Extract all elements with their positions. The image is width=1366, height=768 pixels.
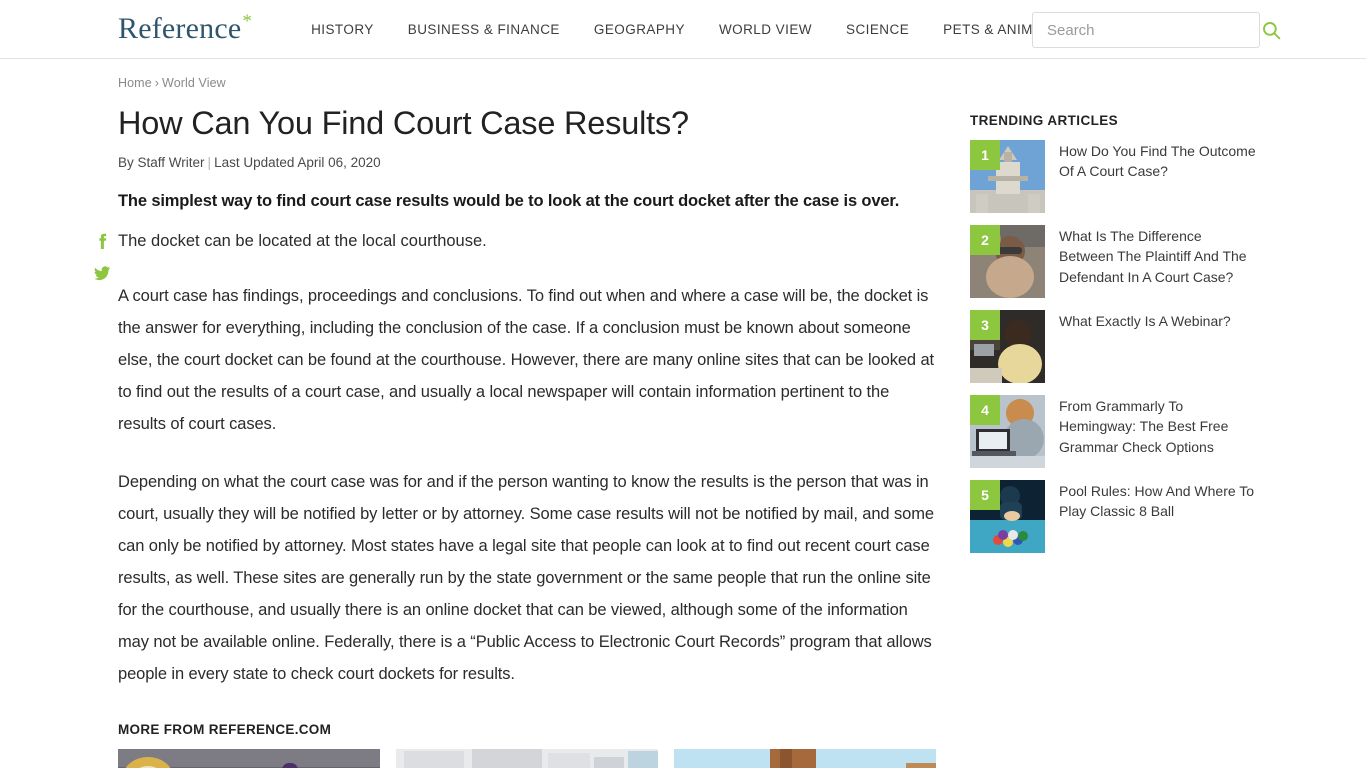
article-paragraph-1: A court case has findings, proceedings a… — [118, 286, 935, 433]
site-logo[interactable]: Reference* — [118, 11, 253, 45]
trending-thumbnail-3: 3 — [970, 310, 1045, 383]
nav-item-geography[interactable]: GEOGRAPHY — [577, 22, 702, 37]
trending-rank-badge: 3 — [970, 310, 1000, 340]
trending-rank-badge: 4 — [970, 395, 1000, 425]
more-card-3-image — [674, 748, 936, 768]
trending-thumbnail-1: 1 — [970, 140, 1045, 213]
search-button[interactable] — [1256, 13, 1287, 47]
breadcrumb: Home › World View — [118, 76, 940, 90]
search-box — [1032, 12, 1281, 48]
trending-title-3: What Exactly Is A Webinar? — [1059, 313, 1231, 329]
logo-text: Reference — [118, 12, 242, 45]
more-from-grid — [118, 748, 940, 768]
more-card-1-image — [118, 748, 380, 768]
byline-author: Staff Writer — [137, 155, 205, 171]
trending-title-5: Pool Rules: How And Where To Play Classi… — [1059, 483, 1255, 520]
more-card-3[interactable] — [674, 748, 936, 768]
more-card-2-image — [396, 748, 658, 768]
more-from-heading: MORE FROM REFERENCE.COM — [118, 721, 332, 737]
trending-sidebar: TRENDING ARTICLES 1 How Do You Find The … — [970, 59, 1256, 768]
nav-item-business-finance[interactable]: BUSINESS & FINANCE — [391, 22, 577, 37]
search-input[interactable] — [1033, 13, 1256, 47]
trending-rank-badge: 2 — [970, 225, 1000, 255]
facebook-icon — [99, 233, 107, 249]
search-icon — [1263, 21, 1281, 39]
byline-divider: | — [207, 155, 212, 171]
article-subhead: The docket can be located at the local c… — [118, 232, 487, 251]
breadcrumb-separator: › — [154, 76, 160, 90]
nav-item-world-view[interactable]: WORLD VIEW — [702, 22, 829, 37]
site-header: Reference* HISTORY BUSINESS & FINANCE GE… — [0, 0, 1366, 59]
nav-item-history[interactable]: HISTORY — [294, 22, 391, 37]
logo-asterisk-icon: * — [242, 11, 253, 32]
trending-item-5[interactable]: 5 Pool Rules: How And Where To Play Clas… — [970, 480, 1256, 553]
facebook-share-icon[interactable] — [93, 232, 111, 250]
more-card-2[interactable] — [396, 748, 658, 768]
article-byline: By Staff Writer | Last Updated April 06, 2… — [118, 155, 940, 170]
social-share-rail — [90, 232, 114, 282]
nav-item-science[interactable]: SCIENCE — [829, 22, 926, 37]
article-lead: The simplest way to find court case resu… — [118, 192, 900, 211]
trending-rank-badge: 1 — [970, 140, 1000, 170]
trending-title-2: What Is The Difference Between The Plain… — [1059, 228, 1247, 285]
trending-item-4[interactable]: 4 From Grammarly To Hemingway: The Best … — [970, 395, 1256, 468]
trending-title-4: From Grammarly To Hemingway: The Best Fr… — [1059, 398, 1229, 455]
trending-rank-badge: 5 — [970, 480, 1000, 510]
trending-item-2[interactable]: 2 What Is The Difference Between The Pla… — [970, 225, 1256, 298]
byline-author-prefix: By — [118, 155, 138, 171]
trending-thumbnail-2: 2 — [970, 225, 1045, 298]
twitter-share-icon[interactable] — [93, 264, 111, 282]
trending-thumbnail-5: 5 — [970, 480, 1045, 553]
trending-thumbnail-4: 4 — [970, 395, 1045, 468]
trending-item-3[interactable]: 3 What Exactly Is A Webinar? — [970, 310, 1256, 383]
twitter-icon — [94, 266, 110, 281]
page-title: How Can You Find Court Case Results? — [118, 105, 689, 141]
more-card-1[interactable] — [118, 748, 380, 768]
trending-title-1: How Do You Find The Outcome Of A Court C… — [1059, 143, 1256, 180]
breadcrumb-item-world-view[interactable]: World View — [162, 76, 226, 90]
page-body: Home › World View How Can You Find Court C… — [0, 59, 1366, 768]
breadcrumb-item-home[interactable]: Home — [118, 76, 152, 90]
main-content: Home › World View How Can You Find Court C… — [94, 59, 940, 768]
article-paragraph-2: Depending on what the court case was for… — [118, 472, 934, 683]
trending-heading: TRENDING ARTICLES — [970, 113, 1119, 128]
main-navigation: HISTORY BUSINESS & FINANCE GEOGRAPHY WOR… — [294, 22, 1077, 37]
trending-item-1[interactable]: 1 How Do You Find The Outcome Of A Court… — [970, 140, 1256, 213]
byline-updated: Last Updated April 06, 2020 — [214, 155, 381, 171]
